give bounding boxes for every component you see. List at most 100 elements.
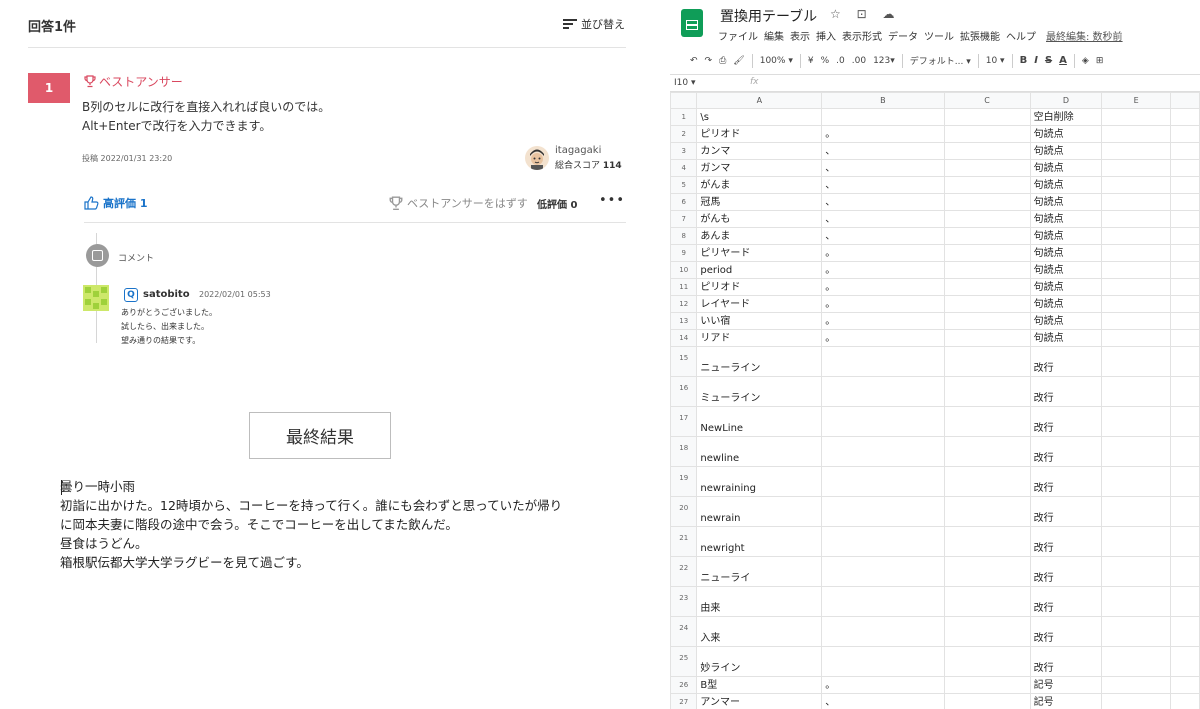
cell-c[interactable]: [943, 496, 1031, 527]
column-header[interactable]: C: [943, 92, 1031, 109]
decrease-decimal-button[interactable]: .0: [836, 56, 845, 66]
cell-d[interactable]: 改行: [1029, 526, 1103, 557]
row-number[interactable]: 20: [669, 496, 698, 527]
cell-a[interactable]: newline: [696, 436, 823, 467]
cell-a[interactable]: がんま: [696, 176, 823, 194]
author-name[interactable]: itagagaki: [555, 145, 601, 156]
column-header[interactable]: B: [821, 92, 945, 109]
more-options-button[interactable]: •••: [599, 193, 625, 208]
row-number[interactable]: 12: [669, 295, 698, 313]
cell-d[interactable]: 改行: [1029, 496, 1103, 527]
row-number[interactable]: 4: [669, 159, 698, 177]
cell-b[interactable]: 。: [821, 244, 945, 262]
cell-d[interactable]: 句読点: [1029, 227, 1103, 245]
cell-f[interactable]: [1170, 406, 1200, 437]
cell-d[interactable]: 句読点: [1029, 244, 1103, 262]
cell-a[interactable]: NewLine: [696, 406, 823, 437]
menu-file[interactable]: ファイル: [718, 28, 758, 43]
cell-f[interactable]: [1170, 108, 1200, 126]
cell-b[interactable]: 、: [821, 159, 945, 177]
cell-e[interactable]: [1101, 693, 1172, 709]
cell-e[interactable]: [1101, 436, 1172, 467]
menu-extensions[interactable]: 拡張機能: [960, 28, 1000, 43]
cell-d[interactable]: 改行: [1029, 586, 1103, 617]
cell-e[interactable]: [1101, 278, 1172, 296]
row-number[interactable]: 3: [669, 142, 698, 160]
row-number[interactable]: 24: [669, 616, 698, 647]
column-header[interactable]: A: [696, 92, 823, 109]
cell-d[interactable]: 改行: [1029, 376, 1103, 407]
cell-d[interactable]: 記号: [1029, 693, 1103, 709]
result-text[interactable]: 曇り一時小雨 初詣に出かけた。12時頃から、コーヒーを持って行く。誰にも会わずと…: [60, 477, 562, 572]
cell-f[interactable]: [1170, 193, 1200, 211]
cell-b[interactable]: [821, 466, 945, 497]
cell-a[interactable]: リアド: [696, 329, 823, 347]
like-button[interactable]: 高評価 1: [84, 195, 147, 211]
cell-d[interactable]: 句読点: [1029, 125, 1103, 143]
cell-a[interactable]: アンマー: [696, 693, 823, 709]
cell-b[interactable]: [821, 376, 945, 407]
row-number[interactable]: 19: [669, 466, 698, 497]
cell-a[interactable]: 冠馬: [696, 193, 823, 211]
cell-e[interactable]: [1101, 142, 1172, 160]
cell-e[interactable]: [1101, 108, 1172, 126]
cell-b[interactable]: 、: [821, 142, 945, 160]
column-header[interactable]: E: [1101, 92, 1172, 109]
cell-e[interactable]: [1101, 295, 1172, 313]
italic-button[interactable]: I: [1034, 55, 1038, 66]
cell-e[interactable]: [1101, 586, 1172, 617]
cell-a[interactable]: newraining: [696, 466, 823, 497]
cell-a[interactable]: \s: [696, 108, 823, 126]
cell-f[interactable]: [1170, 616, 1200, 647]
row-number[interactable]: 8: [669, 227, 698, 245]
cell-e[interactable]: [1101, 312, 1172, 330]
cell-b[interactable]: 。: [821, 676, 945, 694]
cell-d[interactable]: 句読点: [1029, 142, 1103, 160]
cell-f[interactable]: [1170, 466, 1200, 497]
cell-f[interactable]: [1170, 278, 1200, 296]
cell-f[interactable]: [1170, 676, 1200, 694]
cell-d[interactable]: 改行: [1029, 406, 1103, 437]
cell-d[interactable]: 改行: [1029, 346, 1103, 377]
cell-d[interactable]: 空白削除: [1029, 108, 1103, 126]
cell-c[interactable]: [943, 586, 1031, 617]
row-number[interactable]: 2: [669, 125, 698, 143]
cell-c[interactable]: [943, 142, 1031, 160]
cell-b[interactable]: 。: [821, 261, 945, 279]
cell-a[interactable]: ピリオド: [696, 125, 823, 143]
name-box[interactable]: I10 ▾: [674, 78, 696, 88]
cell-c[interactable]: [943, 108, 1031, 126]
cell-b[interactable]: [821, 108, 945, 126]
sheet-grid[interactable]: A B C D E 1 \s 空白削除 2 ピリオド。句読点 3 カンマ、句読点 4 ガンマ、句…: [669, 92, 1200, 709]
cell-d[interactable]: 句読点: [1029, 278, 1103, 296]
cell-f[interactable]: [1170, 227, 1200, 245]
cell-c[interactable]: [943, 278, 1031, 296]
menu-view[interactable]: 表示: [790, 28, 810, 43]
cell-f[interactable]: [1170, 329, 1200, 347]
star-move-cloud-icon[interactable]: ☆ ⊡ ☁: [830, 7, 900, 21]
cell-e[interactable]: [1101, 159, 1172, 177]
cell-a[interactable]: がんも: [696, 210, 823, 228]
cell-f[interactable]: [1170, 176, 1200, 194]
cell-d[interactable]: 改行: [1029, 466, 1103, 497]
cell-e[interactable]: [1101, 193, 1172, 211]
cell-e[interactable]: [1101, 646, 1172, 677]
cell-d[interactable]: 句読点: [1029, 295, 1103, 313]
cell-c[interactable]: [943, 193, 1031, 211]
cell-c[interactable]: [943, 376, 1031, 407]
cell-a[interactable]: newright: [696, 526, 823, 557]
cell-b[interactable]: [821, 346, 945, 377]
cell-b[interactable]: 、: [821, 193, 945, 211]
cell-c[interactable]: [943, 210, 1031, 228]
bold-button[interactable]: B: [1020, 55, 1028, 66]
cell-f[interactable]: [1170, 125, 1200, 143]
cell-d[interactable]: 句読点: [1029, 159, 1103, 177]
cell-b[interactable]: 、: [821, 693, 945, 709]
cell-f[interactable]: [1170, 526, 1200, 557]
cell-f[interactable]: [1170, 346, 1200, 377]
more-formats-select[interactable]: 123▾: [873, 56, 895, 66]
cell-d[interactable]: 改行: [1029, 436, 1103, 467]
cell-e[interactable]: [1101, 227, 1172, 245]
cell-b[interactable]: 、: [821, 176, 945, 194]
menu-data[interactable]: データ: [888, 28, 918, 43]
